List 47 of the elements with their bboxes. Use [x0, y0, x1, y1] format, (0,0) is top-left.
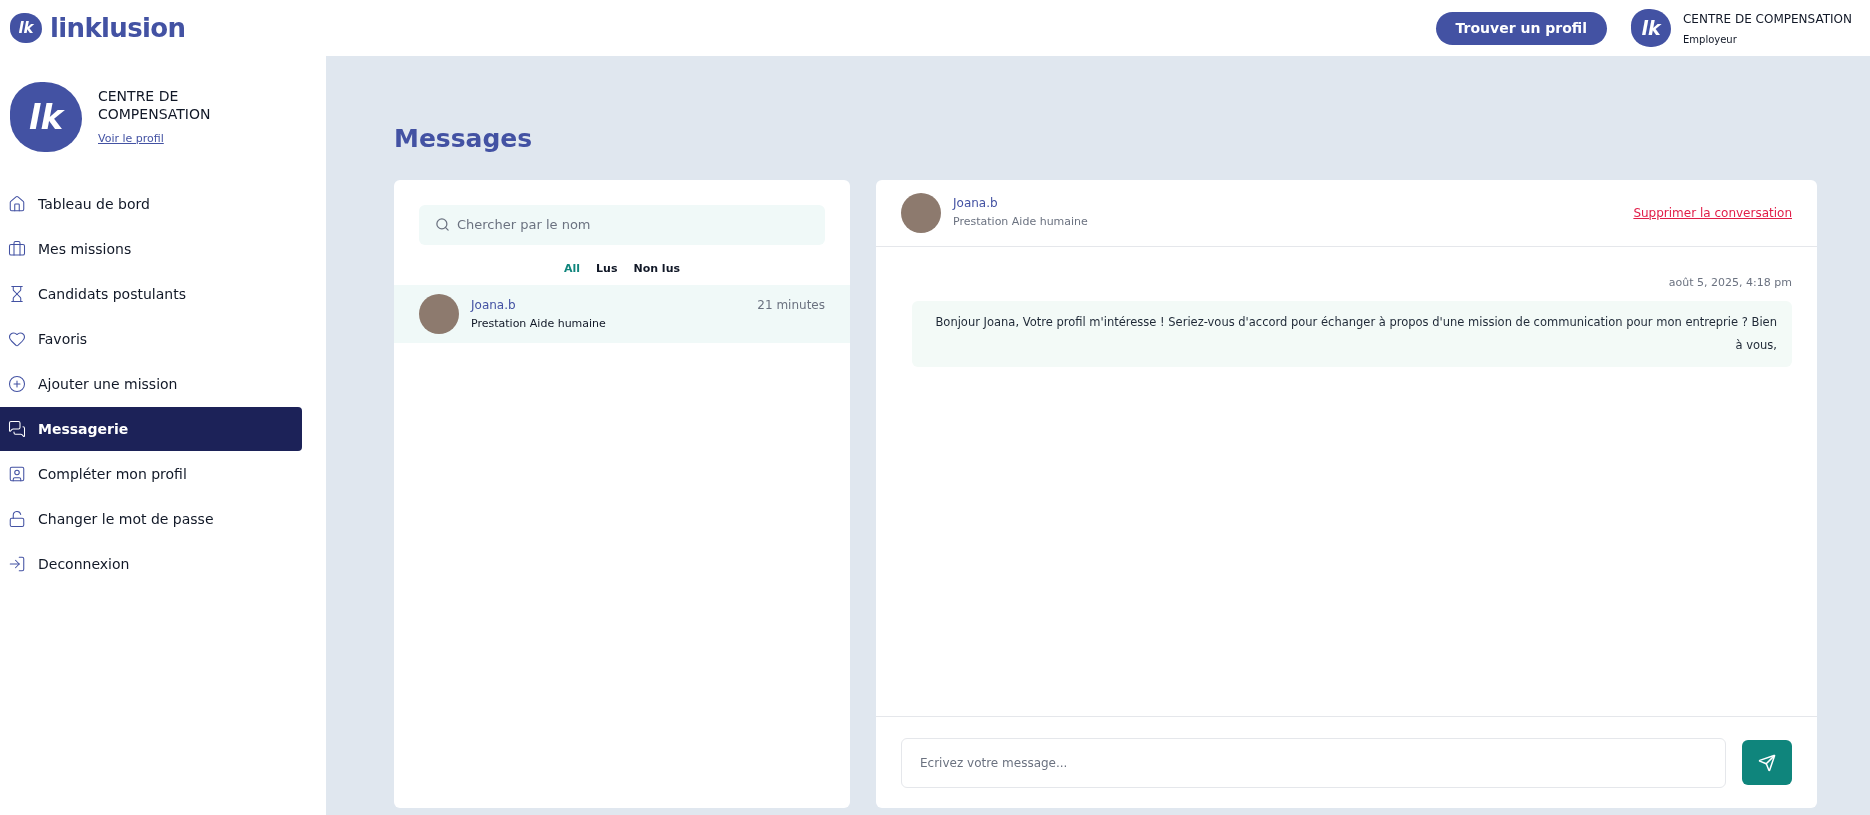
briefcase-icon	[8, 240, 26, 258]
search-icon	[435, 216, 450, 232]
account-name: CENTRE DE COMPENSATION	[1682, 10, 1852, 28]
message-bubble: Bonjour Joana, Votre profil m'intéresse ! Seriez-vous d'accord pour échanger à propos d'une mission de communication pour mon entreprie ? Bien à vous,	[912, 301, 1792, 367]
find-profile-button[interactable]: Trouver un profil	[1435, 11, 1607, 45]
logo-mark: lk	[10, 13, 42, 43]
nav-item[interactable]: Tableau de bord	[0, 182, 302, 226]
send-button[interactable]	[1742, 740, 1792, 785]
chat-bubbles-icon	[8, 420, 26, 438]
send-icon	[1758, 753, 1776, 772]
photo-placeholder	[419, 294, 459, 334]
plus-circle-icon	[8, 375, 26, 393]
nav-item[interactable]: Deconnexion	[0, 542, 302, 586]
account-role: Employeur	[1682, 32, 1738, 47]
house-icon	[8, 195, 26, 213]
logo-mark: lk	[1630, 9, 1671, 47]
nav-item[interactable]: Candidats postulants	[0, 272, 302, 316]
nav-item[interactable]: Favoris	[0, 317, 302, 361]
message-timestamp: août 5, 2025, 4:18 pm	[1668, 274, 1792, 291]
logo-mark: lk	[10, 82, 82, 152]
conversation-subtitle: Prestation Aide humaine	[471, 315, 607, 332]
nav-item[interactable]: Compléter mon profil	[0, 452, 302, 496]
search-field[interactable]: Chercher par le nom	[419, 204, 825, 245]
profile-name: CENTRE DE COMPENSATION	[98, 86, 212, 123]
brand-wordmark: linklusion	[50, 11, 186, 45]
padlock-icon	[8, 510, 26, 528]
heart-icon	[8, 330, 26, 348]
filter-tab[interactable]: Lus	[596, 260, 618, 277]
conversation-item[interactable]: Joana.b 21 minutes Prestation Aide humaine	[394, 285, 850, 343]
page-title: Messages	[394, 123, 534, 155]
user-icon	[8, 465, 26, 483]
nav-item[interactable]: Changer le mot de passe	[0, 497, 302, 541]
delete-conversation-link[interactable]: Supprimer la conversation	[1633, 203, 1792, 222]
filter-tab[interactable]: All	[564, 260, 581, 277]
nav-item[interactable]: Messagerie	[0, 407, 302, 451]
nav-item[interactable]: Ajouter une mission	[0, 362, 302, 406]
hourglass-icon	[8, 285, 26, 303]
contact-name: Joana.b	[953, 195, 999, 213]
exit-icon	[8, 555, 26, 573]
conversation-subtitle: Prestation Aide humaine	[953, 214, 1089, 231]
message-input[interactable]: Ecrivez votre message...	[901, 737, 1726, 788]
view-profile-link[interactable]: Voir le profil	[98, 130, 228, 148]
time-ago: 21 minutes	[757, 296, 825, 314]
contact-name: Joana.b	[471, 296, 516, 314]
nav-item[interactable]: Mes missions	[0, 227, 302, 271]
photo-placeholder	[901, 192, 941, 233]
filter-tab[interactable]: Non lus	[633, 260, 680, 277]
